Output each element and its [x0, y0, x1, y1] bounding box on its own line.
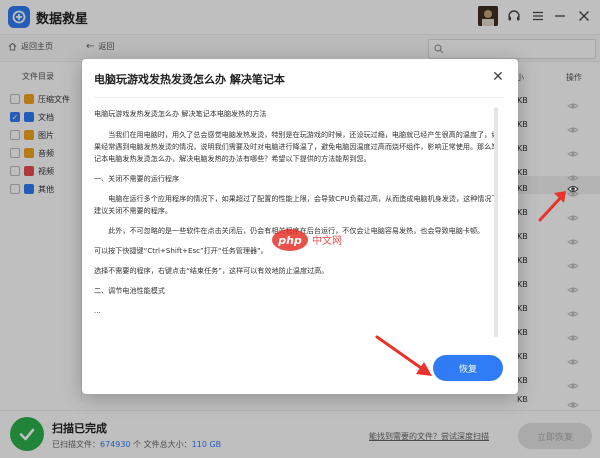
- watermark-logo: php 中文网: [270, 226, 360, 254]
- red-arrow-annotation: [538, 191, 566, 222]
- app-window: 数据救星 返回主页 ← 返回 文件目录 压缩文件 ✓ 文档 图片 音频 视频 其…: [0, 0, 600, 458]
- article-paragraph: 电脑在运行多个应用程序的情况下，如果超过了配置的性能上限，会导致CPU负载过高，…: [94, 194, 499, 215]
- article-heading: 一、关闭不需要的运行程序: [94, 174, 180, 183]
- svg-text:php: php: [277, 234, 302, 247]
- article-paragraph: 电脑玩游戏发热发烫怎么办 解决笔记本电脑发热的方法: [94, 109, 267, 118]
- dialog-close-icon[interactable]: ✕: [490, 69, 506, 85]
- dialog-scrollbar[interactable]: [494, 107, 498, 337]
- article-heading: 二、调节电池性能模式: [94, 286, 165, 295]
- red-arrow-annotation: [375, 335, 432, 376]
- article-ellipsis: ...: [94, 306, 101, 315]
- recover-button[interactable]: 恢复: [433, 355, 503, 381]
- dialog-content: 电脑玩游戏发热发烫怎么办 解决笔记本电脑发热的方法 当我们在用电脑时，用久了总会…: [94, 97, 504, 347]
- svg-text:中文网: 中文网: [312, 234, 342, 247]
- article-paragraph: 当我们在用电脑时，用久了总会感觉电脑发热发烫，特别是在玩游戏的时候，还设玩过瘾，…: [94, 130, 499, 163]
- article-paragraph: 选择不需要的程序，右键点击“结束任务”，这样可以有效地防止温度过高。: [94, 266, 329, 275]
- dialog-title: 电脑玩游戏发热发烫怎么办 解决笔记本: [94, 73, 285, 86]
